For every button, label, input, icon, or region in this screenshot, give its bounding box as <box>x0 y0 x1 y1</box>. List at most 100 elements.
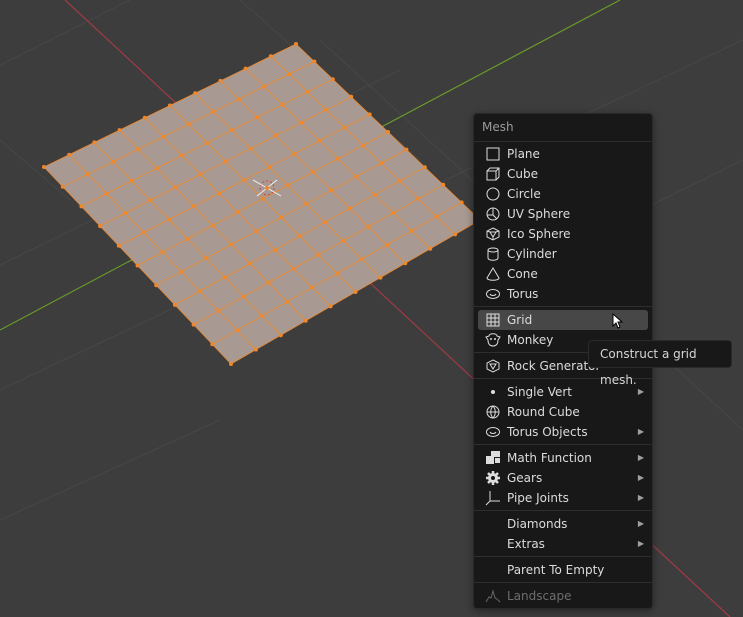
menu-item-torus-objects[interactable]: Torus Objects ▶ <box>478 422 648 442</box>
item-label: Cone <box>507 267 538 281</box>
item-label: Rock Generator <box>507 359 601 373</box>
mesh-vertex <box>453 232 458 237</box>
ico-sphere-icon <box>485 358 501 374</box>
mesh-vertex <box>210 342 215 347</box>
mesh-vertex <box>391 210 396 215</box>
mesh-vertex <box>230 128 235 133</box>
menu-item-cylinder[interactable]: Cylinder <box>478 244 648 264</box>
menu-item-ico-sphere[interactable]: Ico Sphere <box>478 224 648 244</box>
plane-icon <box>485 146 501 162</box>
menu-item-math-function[interactable]: Math Function ▶ <box>478 448 648 468</box>
mesh-vertex <box>242 178 247 183</box>
mesh-vertex <box>223 159 228 164</box>
item-label: Monkey <box>507 333 554 347</box>
submenu-arrow-icon: ▶ <box>637 493 644 502</box>
mesh-vertex <box>198 172 203 177</box>
menu-item-uv-sphere[interactable]: UV Sphere <box>478 204 648 224</box>
mesh-vertex <box>248 146 253 151</box>
mesh-vertex <box>42 165 46 169</box>
mesh-vertex <box>354 174 359 179</box>
mesh-vertex <box>192 204 197 209</box>
mesh-vertex <box>324 107 329 112</box>
mesh-vertex <box>403 261 408 266</box>
mesh-vertex <box>379 161 384 166</box>
mesh-vertex <box>310 285 315 290</box>
dot-icon <box>485 384 501 400</box>
mesh-vertex <box>111 159 116 164</box>
item-label: Cylinder <box>507 247 557 261</box>
menu-item-cone[interactable]: Cone <box>478 264 648 284</box>
item-label: Landscape <box>507 589 572 603</box>
mesh-vertex <box>229 242 234 247</box>
menu-item-round-cube[interactable]: Round Cube <box>478 402 648 422</box>
submenu-arrow-icon: ▶ <box>637 453 644 462</box>
menu-item-diamonds[interactable]: Diamonds ▶ <box>478 514 648 534</box>
item-label: Extras <box>507 537 545 551</box>
mesh-vertex <box>310 170 315 175</box>
menu-item-pipe-joints[interactable]: Pipe Joints ▶ <box>478 488 648 508</box>
tooltip: Construct a grid mesh. <box>588 340 732 387</box>
mesh-vertex <box>267 164 272 169</box>
mesh-vertex <box>428 246 433 251</box>
torus-icon <box>485 286 501 302</box>
menu-item-gears[interactable]: Gears ▶ <box>478 468 648 488</box>
mesh-vertex <box>229 362 233 366</box>
mesh-vertex <box>79 204 84 209</box>
mesh-vertex <box>279 215 284 220</box>
mesh-vertex <box>193 91 198 96</box>
mesh-vertex <box>317 138 322 143</box>
item-label: Torus <box>507 287 539 301</box>
mesh-vertex <box>334 271 339 276</box>
grid-mesh[interactable] <box>42 42 482 366</box>
mesh-vertex <box>285 183 290 188</box>
mesh-vertex <box>298 120 303 125</box>
blocks-icon <box>485 450 501 466</box>
mesh-vertex <box>353 290 358 294</box>
mesh-vertex <box>142 115 147 120</box>
mesh-vertex <box>222 275 227 280</box>
landscape-icon <box>485 588 501 604</box>
mesh-vertex <box>335 156 340 161</box>
mesh-vertex <box>104 191 109 196</box>
mesh-vertex <box>123 211 128 216</box>
pipe-icon <box>485 490 501 506</box>
menu-item-torus[interactable]: Torus <box>478 284 648 304</box>
menu-item-plane[interactable]: Plane <box>478 144 648 164</box>
mesh-vertex <box>316 252 321 257</box>
mesh-vertex <box>409 228 414 233</box>
mesh-vertex <box>304 201 309 206</box>
menu-item-extras[interactable]: Extras ▶ <box>478 534 648 554</box>
mesh-vertex <box>349 94 354 99</box>
mesh-vertex <box>135 263 140 268</box>
mesh-vertex <box>287 72 292 77</box>
mesh-vertex <box>217 191 222 196</box>
item-label: Plane <box>507 147 540 161</box>
menu-item-parent-to-empty[interactable]: Parent To Empty <box>478 560 648 580</box>
mesh-vertex <box>235 328 240 333</box>
item-label: Pipe Joints <box>507 491 569 505</box>
mesh-vertex <box>312 59 317 64</box>
mesh-vertex <box>347 206 352 211</box>
mesh-vertex <box>434 214 439 219</box>
mesh-vertex <box>185 236 190 241</box>
item-label: Math Function <box>507 451 592 465</box>
mesh-vertex <box>262 84 267 89</box>
mesh-vertex <box>329 188 334 193</box>
mesh-vertex <box>141 230 146 235</box>
menu-item-cube[interactable]: Cube <box>478 164 648 184</box>
mesh-vertex <box>254 228 259 233</box>
mesh-vertex <box>168 103 172 108</box>
mesh-vertex <box>294 42 298 46</box>
mesh-vertex <box>341 238 346 243</box>
cube-icon <box>485 166 501 182</box>
mesh-vertex <box>272 247 277 252</box>
mesh-vertex <box>197 289 202 294</box>
mesh-vertex <box>459 200 464 205</box>
mesh-vertex <box>186 122 191 127</box>
mesh-vertex <box>342 125 347 130</box>
mesh-vertex <box>67 152 72 157</box>
mesh-vertex <box>416 196 421 201</box>
cylinder-icon <box>485 246 501 262</box>
mesh-vertex <box>305 89 310 94</box>
menu-item-circle[interactable]: Circle <box>478 184 648 204</box>
